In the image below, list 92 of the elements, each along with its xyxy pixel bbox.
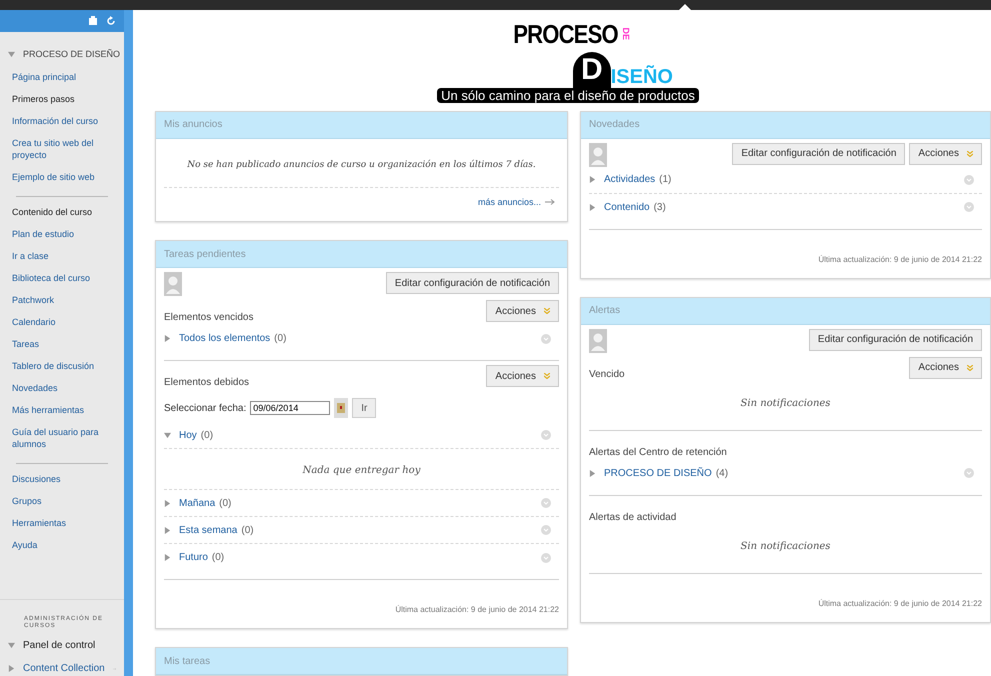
row-count: (1) <box>659 173 672 187</box>
menu-link[interactable]: Ayuda <box>12 534 108 556</box>
menu-link[interactable]: Tablero de discusión <box>12 354 108 376</box>
row-link[interactable]: Contenido <box>604 200 650 214</box>
menu-link[interactable]: Plan de estudio <box>12 222 108 244</box>
empty-message: Sin notificaciones <box>740 398 830 408</box>
chevron-circle-icon[interactable] <box>541 525 551 535</box>
avatar-icon <box>589 328 607 352</box>
avatar-icon <box>589 142 607 166</box>
empty-message: Sin notificaciones <box>740 540 830 552</box>
logo-connector: DE <box>620 28 632 40</box>
row-count: (0) <box>274 332 286 346</box>
refresh-icon[interactable] <box>106 16 116 26</box>
section-title: Vencido <box>589 368 625 382</box>
empty-message: No se han publicado anuncios de curso u organización en los últimos 7 días. <box>187 160 536 170</box>
chevron-down-icon <box>967 150 973 156</box>
chevron-circle-icon[interactable] <box>964 202 974 212</box>
logo-initial: D <box>573 52 611 88</box>
last-updated: Última actualización: 9 de junio de 2014 21:22 <box>818 598 982 608</box>
logo-tagline: Un sólo camino para el diseño de productos <box>437 88 699 103</box>
chevron-down-icon <box>544 373 550 379</box>
chevron-down-icon <box>544 308 550 314</box>
menu-link[interactable]: Calendario <box>12 310 108 332</box>
date-field[interactable]: 09/06/2014 <box>250 401 330 415</box>
go-button[interactable]: Ir <box>352 398 376 418</box>
menu-link[interactable]: Ir a clase <box>12 244 108 266</box>
row-link[interactable]: Hoy <box>179 428 197 442</box>
menu-heading[interactable]: Panel de control <box>23 638 96 653</box>
menu-link[interactable]: Página principal <box>12 66 108 88</box>
panel-title: Novedades <box>589 118 640 132</box>
menu-link[interactable]: Novedades <box>12 376 108 398</box>
menu-link[interactable]: Más herramientas <box>12 398 108 420</box>
last-updated: Última actualización: 9 de junio de 2014 21:22 <box>395 605 559 614</box>
menu-link[interactable]: Discusiones <box>12 468 108 490</box>
more-link[interactable]: más anuncios... <box>478 196 541 209</box>
actions-button[interactable]: Acciones <box>909 356 982 378</box>
avatar-icon <box>164 272 182 296</box>
menu-link[interactable]: Content Collection <box>23 661 105 676</box>
panel-title: Alertas <box>589 304 620 318</box>
row-link[interactable]: Futuro <box>179 550 208 565</box>
menu-link[interactable]: Tareas <box>12 332 108 354</box>
chevron-circle-icon[interactable] <box>964 468 974 478</box>
arrow-right-icon <box>545 199 555 206</box>
button[interactable]: Editar configuración de notificación <box>732 142 906 164</box>
menu-link[interactable]: Biblioteca del curso <box>12 266 108 288</box>
chevron-circle-icon[interactable] <box>541 430 551 440</box>
actions-button[interactable]: Acciones <box>909 142 982 164</box>
menu-link[interactable]: Herramientas <box>12 512 108 534</box>
chevron-circle-icon[interactable] <box>541 552 551 562</box>
chevron-circle-icon[interactable] <box>541 498 551 508</box>
menu-heading[interactable]: Primeros pasos <box>12 88 108 110</box>
chevron-circle-icon[interactable] <box>541 334 551 344</box>
menu-link[interactable]: Patchwork <box>12 288 108 310</box>
row-link[interactable]: Esta semana <box>179 522 238 538</box>
panel-title: Mis tareas <box>164 654 210 668</box>
chevron-down-icon <box>967 364 973 370</box>
row-link[interactable]: Actividades <box>604 172 656 187</box>
section-title: Elementos debidos <box>164 376 250 390</box>
button[interactable]: Editar configuración de notificación <box>386 272 559 294</box>
section-title: Alertas del Centro de retención <box>589 446 727 460</box>
row-count: (0) <box>241 524 254 538</box>
panel-title: Mis anuncios <box>164 118 222 132</box>
row-link[interactable]: Mañana <box>179 496 216 510</box>
menu-link[interactable]: Guía del usuario para alumnos <box>12 420 108 454</box>
button[interactable]: Editar configuración de notificación <box>808 328 982 350</box>
course-title[interactable]: PROCESO DE DISEÑO <box>23 48 120 62</box>
chevron-circle-icon[interactable] <box>964 174 974 184</box>
section-title: Alertas de actividad <box>589 510 676 524</box>
date-label: Seleccionar fecha: <box>164 402 246 416</box>
logo-title: PROCESO <box>513 20 618 48</box>
panel-title: Tareas pendientes <box>164 248 246 262</box>
menu-heading[interactable]: Contenido del curso <box>12 200 108 222</box>
row-count: (0) <box>212 551 224 565</box>
row-link[interactable]: PROCESO DE DISEÑO <box>604 466 712 480</box>
row-count: (0) <box>219 496 232 510</box>
menu-link[interactable]: Crea tu sitio web del proyecto <box>12 132 108 166</box>
last-updated: Última actualización: 9 de junio de 2014 21:22 <box>818 254 982 264</box>
empty-message: Nada que entregar hoy <box>302 465 420 476</box>
calendar-icon[interactable] <box>334 398 348 418</box>
menu-link[interactable]: Información del curso <box>12 110 108 132</box>
menu-link[interactable]: Ejemplo de sitio web <box>12 166 108 188</box>
row-count: (3) <box>654 200 666 214</box>
row-count: (4) <box>716 466 728 480</box>
menu-link[interactable]: Grupos <box>12 490 108 512</box>
logo-rest: ISEÑO <box>610 66 673 88</box>
actions-button[interactable]: Acciones <box>486 300 559 322</box>
row-link[interactable]: Todos los elementos <box>179 331 270 346</box>
folder-icon[interactable] <box>88 16 98 26</box>
section-title: Elementos vencidos <box>164 311 254 325</box>
notch-icon <box>679 4 691 10</box>
row-count: (0) <box>200 428 214 442</box>
actions-button[interactable]: Acciones <box>486 365 559 387</box>
